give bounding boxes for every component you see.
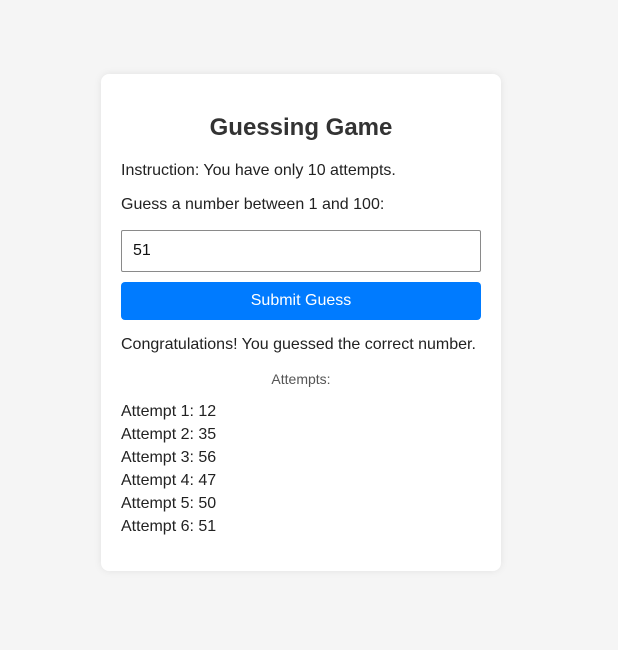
game-card: Guessing Game Instruction: You have only…	[101, 74, 501, 571]
guess-prompt: Guess a number between 1 and 100:	[121, 196, 385, 213]
page-title: Guessing Game	[209, 114, 393, 141]
submit-guess-button[interactable]: Submit Guess	[121, 282, 481, 320]
attempts-list: Attempt 1: 12 Attempt 2: 35 Attempt 3: 5…	[121, 400, 216, 538]
attempt-item: Attempt 5: 50	[121, 495, 217, 512]
result-message: Congratulations! You guessed the correct…	[121, 336, 476, 353]
guess-input[interactable]	[121, 230, 481, 272]
attempt-item: Attempt 4: 47	[121, 472, 217, 489]
attempt-item: Attempt 3: 56	[121, 449, 217, 466]
attempt-item: Attempt 1: 12	[121, 403, 217, 420]
attempt-item: Attempt 6: 51	[121, 518, 217, 535]
attempt-item: Attempt 2: 35	[121, 426, 217, 443]
attempts-heading: Attempts:	[271, 371, 331, 387]
instruction-text: Instruction: You have only 10 attempts.	[121, 162, 396, 179]
